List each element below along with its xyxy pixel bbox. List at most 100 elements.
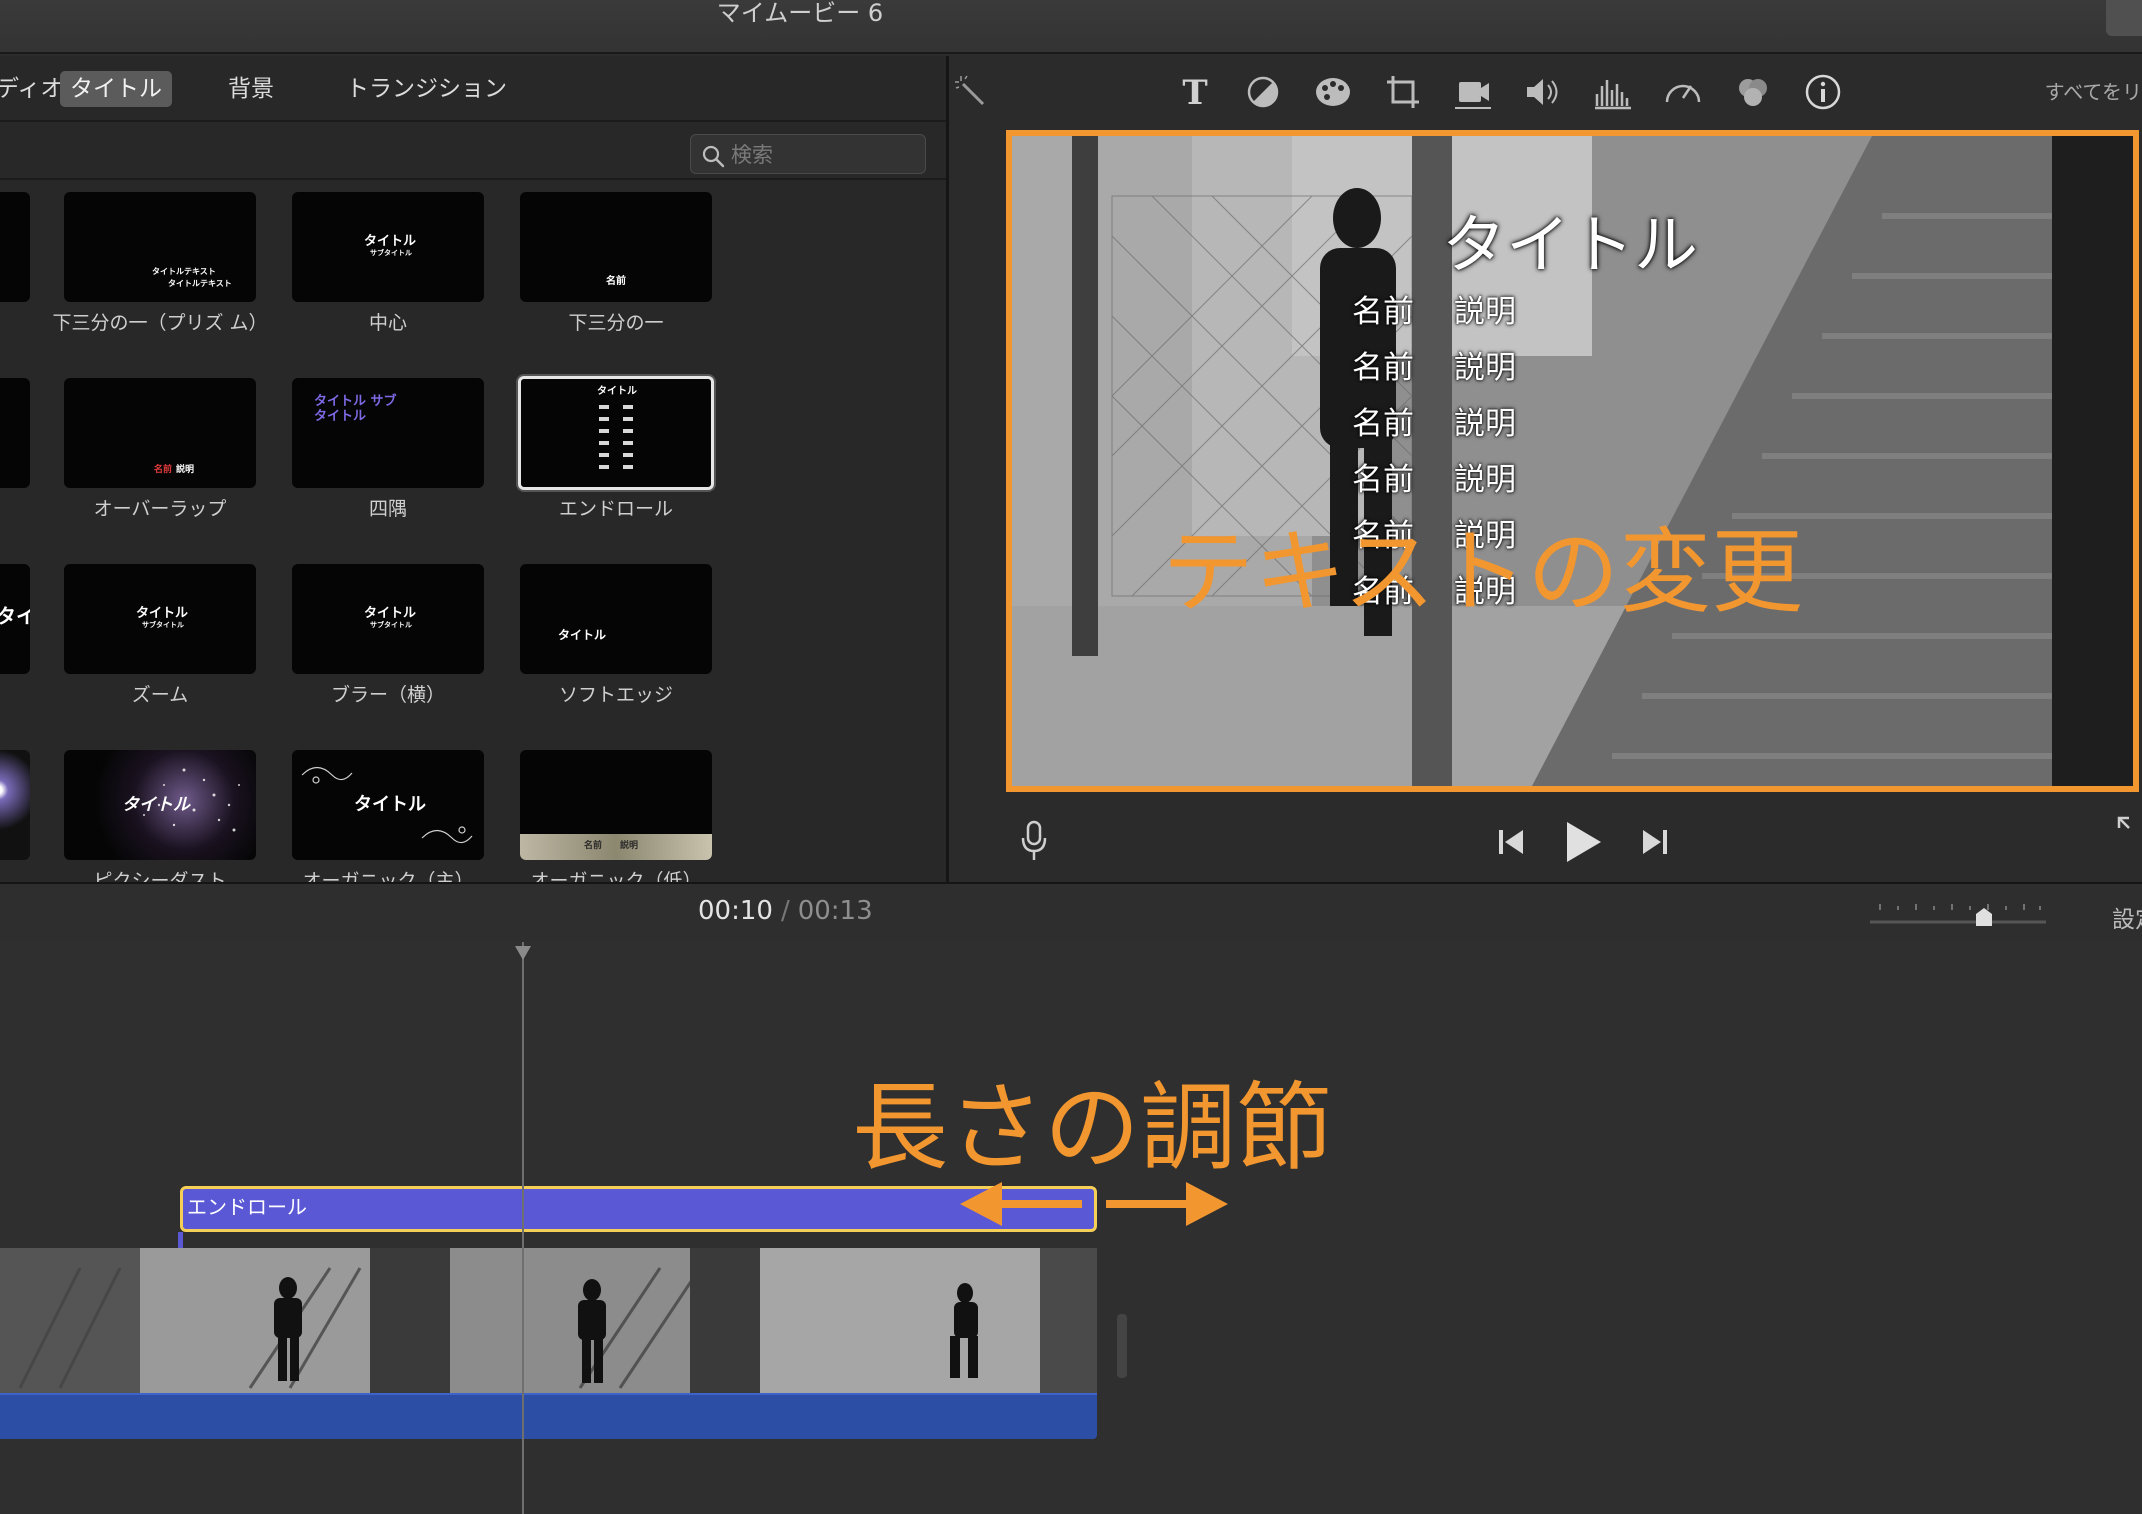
credits-thumb-lines [599, 405, 633, 469]
credit-name: 名前 [1352, 294, 1414, 330]
clip-end-handle[interactable] [1117, 1314, 1127, 1378]
fullscreen-icon[interactable] [2115, 814, 2142, 840]
title-clip-label: エンドロール [187, 1195, 307, 1219]
tab-transitions[interactable]: トランジション [336, 71, 517, 107]
total-time: 00:13 [797, 896, 873, 926]
color-palette-icon[interactable] [1311, 72, 1355, 112]
magic-wand-icon[interactable] [953, 72, 997, 112]
credit-desc: 説明 [1454, 350, 1516, 386]
template-tile-organic-low[interactable]: 名前 説明 [520, 750, 712, 860]
template-label: エンドロール [558, 498, 673, 520]
template-tile-partial[interactable] [0, 750, 30, 860]
search-box[interactable] [690, 134, 926, 174]
timeline-header: 00:10/00:13 設定 [0, 884, 2142, 942]
microphone-icon[interactable] [1019, 820, 1049, 864]
clip-filter-icon[interactable] [1731, 72, 1775, 112]
window-control-button[interactable] [2106, 0, 2142, 36]
credit-desc: 説明 [1454, 294, 1516, 330]
equalizer-icon[interactable] [1591, 72, 1635, 112]
tile-thumb-text: タイトル [354, 794, 426, 815]
timeline-zoom-slider[interactable] [1868, 900, 2048, 930]
tile-thumb-text: 名前 [606, 276, 626, 287]
template-tile-partial[interactable] [0, 378, 30, 488]
double-arrow-icon [960, 1182, 1228, 1226]
video-preview[interactable]: タイトル 名前 説明 名前 説明 名前 説明 名前 説明 名前 説明 名前 説明… [1006, 130, 2139, 792]
organic-lower-band [520, 834, 712, 860]
template-tile-end-credits[interactable]: タイトル [518, 376, 714, 490]
tile-thumb-text: タイトル [558, 628, 607, 642]
template-label: オーバーラップ [93, 498, 227, 520]
timeline[interactable]: 長さの調節 エンドロール [0, 942, 2142, 1514]
video-clip-filmstrip [0, 1248, 1097, 1393]
template-tile-soft-edge[interactable]: タイトル [520, 564, 712, 674]
browser-tab-bar: ディオ タイトル 背景 トランジション [0, 56, 946, 122]
credit-desc: 説明 [1454, 462, 1516, 498]
search-row [0, 124, 946, 180]
play-icon[interactable] [1563, 820, 1603, 864]
tile-thumb-text: サブタイトル [142, 621, 184, 629]
template-tile-pixie-dust[interactable]: タイトル [64, 750, 256, 860]
tile-thumb-text: タイトル [0, 604, 30, 628]
imovie-window: マイムービー 6 ディオ タイトル 背景 トランジション タイトル [0, 0, 2142, 1514]
search-input[interactable] [731, 139, 917, 171]
info-icon[interactable] [1801, 72, 1845, 112]
adjustment-toolbar: T すべてをリ [949, 56, 2142, 128]
template-tile-zoom[interactable]: タイトル サブタイトル [64, 564, 256, 674]
template-tile-overlap[interactable]: 名前 説明 [64, 378, 256, 488]
preview-title-text: タイトル [1442, 209, 1698, 283]
tile-thumb-text: タイトルテキスト [152, 267, 216, 276]
annotation-change-text: テキストの変更 [1162, 519, 1804, 626]
template-tile-partial[interactable]: タイトル [0, 564, 30, 674]
template-label: ズーム [131, 684, 189, 706]
color-balance-icon[interactable] [1241, 72, 1285, 112]
template-label: ソフトエッジ [558, 684, 673, 706]
tab-backgrounds[interactable]: 背景 [218, 71, 284, 107]
timecode-display: 00:10/00:13 [698, 896, 873, 926]
skip-back-icon[interactable] [1495, 826, 1527, 858]
tile-thumb-text: 説明 [176, 465, 195, 475]
stabilization-camera-icon[interactable] [1451, 72, 1495, 112]
template-tile-center[interactable]: タイトル サブタイトル [292, 192, 484, 302]
template-tile-organic-main[interactable]: タイトル [292, 750, 484, 860]
template-label: ピクシーダスト [93, 870, 227, 882]
time-separator: / [780, 896, 790, 926]
template-tile-blur-horizontal[interactable]: タイトル サブタイトル [292, 564, 484, 674]
credit-desc: 説明 [1454, 406, 1516, 442]
audio-waveform-strip[interactable] [0, 1393, 1097, 1439]
window-title: マイムービー 6 [716, 0, 884, 27]
template-tile-lower-third-prism[interactable]: タイトルテキスト タイトルテキスト [64, 192, 256, 302]
speed-gauge-icon[interactable] [1661, 72, 1705, 112]
volume-icon[interactable] [1521, 72, 1565, 112]
template-label: オーガニック（主） [302, 870, 474, 882]
tile-thumb-text: タイトル [364, 606, 417, 621]
title-templates-grid: タイトル タイトルテキスト タイトルテキスト 下三分の一（プリズ ム） タイトル… [0, 182, 946, 882]
crop-icon[interactable] [1381, 72, 1425, 112]
video-clip[interactable] [0, 1248, 1097, 1393]
tile-thumb-text: サブタイトル [370, 621, 412, 629]
reset-all-button[interactable]: すべてをリ [2045, 76, 2142, 105]
search-icon [702, 145, 725, 168]
tile-thumb-text: タイトル [136, 606, 189, 621]
skip-forward-icon[interactable] [1639, 826, 1671, 858]
playhead-marker-icon[interactable] [515, 946, 531, 960]
tile-thumb-text: タイトル [122, 795, 190, 815]
tile-thumb-text: タイトル [364, 234, 417, 249]
tab-titles[interactable]: タイトル [60, 71, 172, 107]
credit-name: 名前 [1352, 462, 1414, 498]
settings-button[interactable]: 設定 [2112, 900, 2142, 934]
template-tile-lower-third[interactable]: 名前 [520, 192, 712, 302]
template-label: 下三分の一（プリズ ム） [52, 312, 268, 334]
template-label: ブラー（横） [330, 684, 445, 706]
text-title-icon[interactable]: T [1173, 72, 1217, 112]
playhead[interactable] [522, 942, 524, 1514]
template-label: オーガニック（低） [530, 870, 702, 882]
media-browser: ディオ タイトル 背景 トランジション タイトル [0, 56, 946, 882]
viewer-panel: T すべてをリ タイトル 名前 説明 名前 説明 名前 説明 名前 説明 名前 … [949, 56, 2142, 882]
tile-thumb-text: 名前 [154, 465, 173, 475]
current-time: 00:10 [698, 896, 773, 926]
credit-name: 名前 [1352, 350, 1414, 386]
template-tile-four-corners[interactable]: タイトル サブタイトル [292, 378, 484, 488]
tile-thumb-text: サブタイトル [370, 249, 412, 257]
template-tile-partial[interactable] [0, 192, 30, 302]
tile-thumb-text: タイトル [597, 386, 637, 397]
